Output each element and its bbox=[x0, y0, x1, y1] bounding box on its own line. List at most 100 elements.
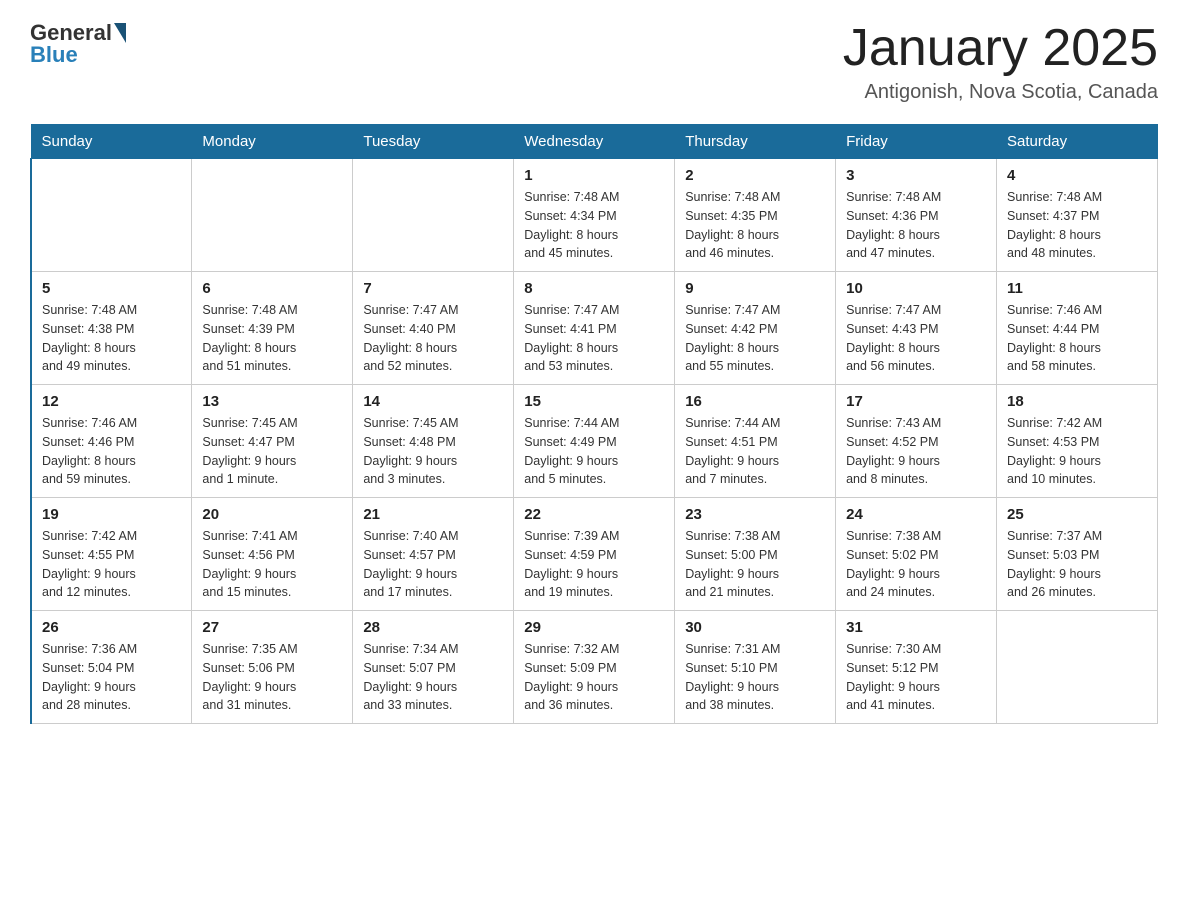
day-info: Sunrise: 7:48 AM Sunset: 4:37 PM Dayligh… bbox=[1007, 188, 1147, 263]
calendar-cell bbox=[192, 159, 353, 272]
day-info: Sunrise: 7:39 AM Sunset: 4:59 PM Dayligh… bbox=[524, 527, 664, 602]
calendar-cell: 23 Sunrise: 7:38 AM Sunset: 5:00 PM Dayli… bbox=[675, 498, 836, 611]
page-header: General Blue January 2025 Antigonish, No… bbox=[30, 20, 1158, 104]
day-number: 20 bbox=[202, 506, 342, 523]
day-info: Sunrise: 7:30 AM Sunset: 5:12 PM Dayligh… bbox=[846, 640, 986, 715]
day-info: Sunrise: 7:48 AM Sunset: 4:36 PM Dayligh… bbox=[846, 188, 986, 263]
weekday-header-row: SundayMondayTuesdayWednesdayThursdayFrid… bbox=[31, 125, 1158, 159]
day-info: Sunrise: 7:35 AM Sunset: 5:06 PM Dayligh… bbox=[202, 640, 342, 715]
calendar-cell: 2Sunrise: 7:48 AM Sunset: 4:35 PM Daylig… bbox=[675, 159, 836, 272]
weekday-header-friday: Friday bbox=[836, 125, 997, 159]
calendar-cell: 31 Sunrise: 7:30 AM Sunset: 5:12 PM Dayli… bbox=[836, 611, 997, 724]
day-info: Sunrise: 7:44 AM Sunset: 4:51 PM Dayligh… bbox=[685, 414, 825, 489]
day-number: 14 bbox=[363, 393, 503, 410]
calendar-cell: 17 Sunrise: 7:43 AM Sunset: 4:52 PM Dayli… bbox=[836, 385, 997, 498]
day-info: Sunrise: 7:47 AM Sunset: 4:42 PM Dayligh… bbox=[685, 301, 825, 376]
day-number: 3 bbox=[846, 167, 986, 184]
day-number: 9 bbox=[685, 280, 825, 297]
day-info: Sunrise: 7:41 AM Sunset: 4:56 PM Dayligh… bbox=[202, 527, 342, 602]
day-number: 31 bbox=[846, 619, 986, 636]
day-info: Sunrise: 7:48 AM Sunset: 4:39 PM Dayligh… bbox=[202, 301, 342, 376]
calendar-cell: 7 Sunrise: 7:47 AM Sunset: 4:40 PM Daylig… bbox=[353, 272, 514, 385]
calendar-cell: 3 Sunrise: 7:48 AM Sunset: 4:36 PM Daylig… bbox=[836, 159, 997, 272]
day-info: Sunrise: 7:32 AM Sunset: 5:09 PM Dayligh… bbox=[524, 640, 664, 715]
calendar-cell bbox=[31, 159, 192, 272]
calendar-cell: 18 Sunrise: 7:42 AM Sunset: 4:53 PM Dayli… bbox=[997, 385, 1158, 498]
weekday-header-monday: Monday bbox=[192, 125, 353, 159]
calendar-week-row: 5 Sunrise: 7:48 AM Sunset: 4:38 PM Daylig… bbox=[31, 272, 1158, 385]
calendar-cell: 4 Sunrise: 7:48 AM Sunset: 4:37 PM Daylig… bbox=[997, 159, 1158, 272]
day-number: 12 bbox=[42, 393, 181, 410]
calendar-cell: 9 Sunrise: 7:47 AM Sunset: 4:42 PM Daylig… bbox=[675, 272, 836, 385]
calendar-cell: 14 Sunrise: 7:45 AM Sunset: 4:48 PM Dayli… bbox=[353, 385, 514, 498]
day-number: 11 bbox=[1007, 280, 1147, 297]
day-number: 28 bbox=[363, 619, 503, 636]
day-info: Sunrise: 7:48 AM Sunset: 4:38 PM Dayligh… bbox=[42, 301, 181, 376]
day-info: Sunrise: 7:38 AM Sunset: 5:02 PM Dayligh… bbox=[846, 527, 986, 602]
calendar-cell: 15Sunrise: 7:44 AM Sunset: 4:49 PM Dayli… bbox=[514, 385, 675, 498]
calendar-cell: 21Sunrise: 7:40 AM Sunset: 4:57 PM Dayli… bbox=[353, 498, 514, 611]
day-number: 7 bbox=[363, 280, 503, 297]
calendar-cell bbox=[997, 611, 1158, 724]
day-number: 18 bbox=[1007, 393, 1147, 410]
day-info: Sunrise: 7:38 AM Sunset: 5:00 PM Dayligh… bbox=[685, 527, 825, 602]
day-number: 24 bbox=[846, 506, 986, 523]
calendar-cell: 10 Sunrise: 7:47 AM Sunset: 4:43 PM Dayli… bbox=[836, 272, 997, 385]
weekday-header-tuesday: Tuesday bbox=[353, 125, 514, 159]
day-number: 1 bbox=[524, 167, 664, 184]
day-info: Sunrise: 7:42 AM Sunset: 4:53 PM Dayligh… bbox=[1007, 414, 1147, 489]
day-info: Sunrise: 7:47 AM Sunset: 4:41 PM Dayligh… bbox=[524, 301, 664, 376]
weekday-header-thursday: Thursday bbox=[675, 125, 836, 159]
calendar-cell: 30Sunrise: 7:31 AM Sunset: 5:10 PM Dayli… bbox=[675, 611, 836, 724]
calendar-cell: 13 Sunrise: 7:45 AM Sunset: 4:47 PM Dayli… bbox=[192, 385, 353, 498]
logo-blue-text: Blue bbox=[30, 42, 126, 68]
day-number: 27 bbox=[202, 619, 342, 636]
logo-triangle-icon bbox=[114, 23, 126, 43]
calendar-cell: 1 Sunrise: 7:48 AM Sunset: 4:34 PM Daylig… bbox=[514, 159, 675, 272]
day-info: Sunrise: 7:45 AM Sunset: 4:48 PM Dayligh… bbox=[363, 414, 503, 489]
day-info: Sunrise: 7:42 AM Sunset: 4:55 PM Dayligh… bbox=[42, 527, 181, 602]
day-number: 13 bbox=[202, 393, 342, 410]
day-number: 22 bbox=[524, 506, 664, 523]
calendar-cell: 28 Sunrise: 7:34 AM Sunset: 5:07 PM Dayli… bbox=[353, 611, 514, 724]
day-number: 19 bbox=[42, 506, 181, 523]
calendar-cell: 12Sunrise: 7:46 AM Sunset: 4:46 PM Dayli… bbox=[31, 385, 192, 498]
day-info: Sunrise: 7:45 AM Sunset: 4:47 PM Dayligh… bbox=[202, 414, 342, 489]
calendar-cell: 22 Sunrise: 7:39 AM Sunset: 4:59 PM Dayli… bbox=[514, 498, 675, 611]
title-block: January 2025 Antigonish, Nova Scotia, Ca… bbox=[843, 20, 1158, 104]
weekday-header-saturday: Saturday bbox=[997, 125, 1158, 159]
calendar-table: SundayMondayTuesdayWednesdayThursdayFrid… bbox=[30, 124, 1158, 724]
day-info: Sunrise: 7:48 AM Sunset: 4:34 PM Dayligh… bbox=[524, 188, 664, 263]
day-info: Sunrise: 7:43 AM Sunset: 4:52 PM Dayligh… bbox=[846, 414, 986, 489]
calendar-week-row: 26Sunrise: 7:36 AM Sunset: 5:04 PM Dayli… bbox=[31, 611, 1158, 724]
day-number: 25 bbox=[1007, 506, 1147, 523]
calendar-week-row: 1 Sunrise: 7:48 AM Sunset: 4:34 PM Daylig… bbox=[31, 159, 1158, 272]
day-number: 29 bbox=[524, 619, 664, 636]
day-number: 30 bbox=[685, 619, 825, 636]
calendar-cell: 16 Sunrise: 7:44 AM Sunset: 4:51 PM Dayli… bbox=[675, 385, 836, 498]
calendar-cell: 11Sunrise: 7:46 AM Sunset: 4:44 PM Dayli… bbox=[997, 272, 1158, 385]
calendar-cell: 25Sunrise: 7:37 AM Sunset: 5:03 PM Dayli… bbox=[997, 498, 1158, 611]
day-number: 16 bbox=[685, 393, 825, 410]
day-number: 21 bbox=[363, 506, 503, 523]
day-info: Sunrise: 7:47 AM Sunset: 4:43 PM Dayligh… bbox=[846, 301, 986, 376]
day-number: 5 bbox=[42, 280, 181, 297]
calendar-cell: 29 Sunrise: 7:32 AM Sunset: 5:09 PM Dayli… bbox=[514, 611, 675, 724]
day-number: 4 bbox=[1007, 167, 1147, 184]
day-number: 6 bbox=[202, 280, 342, 297]
calendar-cell: 6 Sunrise: 7:48 AM Sunset: 4:39 PM Daylig… bbox=[192, 272, 353, 385]
calendar-cell: 27 Sunrise: 7:35 AM Sunset: 5:06 PM Dayli… bbox=[192, 611, 353, 724]
day-info: Sunrise: 7:48 AM Sunset: 4:35 PM Dayligh… bbox=[685, 188, 825, 263]
day-number: 10 bbox=[846, 280, 986, 297]
day-info: Sunrise: 7:47 AM Sunset: 4:40 PM Dayligh… bbox=[363, 301, 503, 376]
day-number: 17 bbox=[846, 393, 986, 410]
day-info: Sunrise: 7:34 AM Sunset: 5:07 PM Dayligh… bbox=[363, 640, 503, 715]
calendar-cell: 8 Sunrise: 7:47 AM Sunset: 4:41 PM Daylig… bbox=[514, 272, 675, 385]
calendar-cell: 20 Sunrise: 7:41 AM Sunset: 4:56 PM Dayli… bbox=[192, 498, 353, 611]
weekday-header-sunday: Sunday bbox=[31, 125, 192, 159]
day-number: 8 bbox=[524, 280, 664, 297]
calendar-cell bbox=[353, 159, 514, 272]
day-number: 23 bbox=[685, 506, 825, 523]
month-title: January 2025 bbox=[843, 20, 1158, 77]
calendar-cell: 19 Sunrise: 7:42 AM Sunset: 4:55 PM Dayli… bbox=[31, 498, 192, 611]
